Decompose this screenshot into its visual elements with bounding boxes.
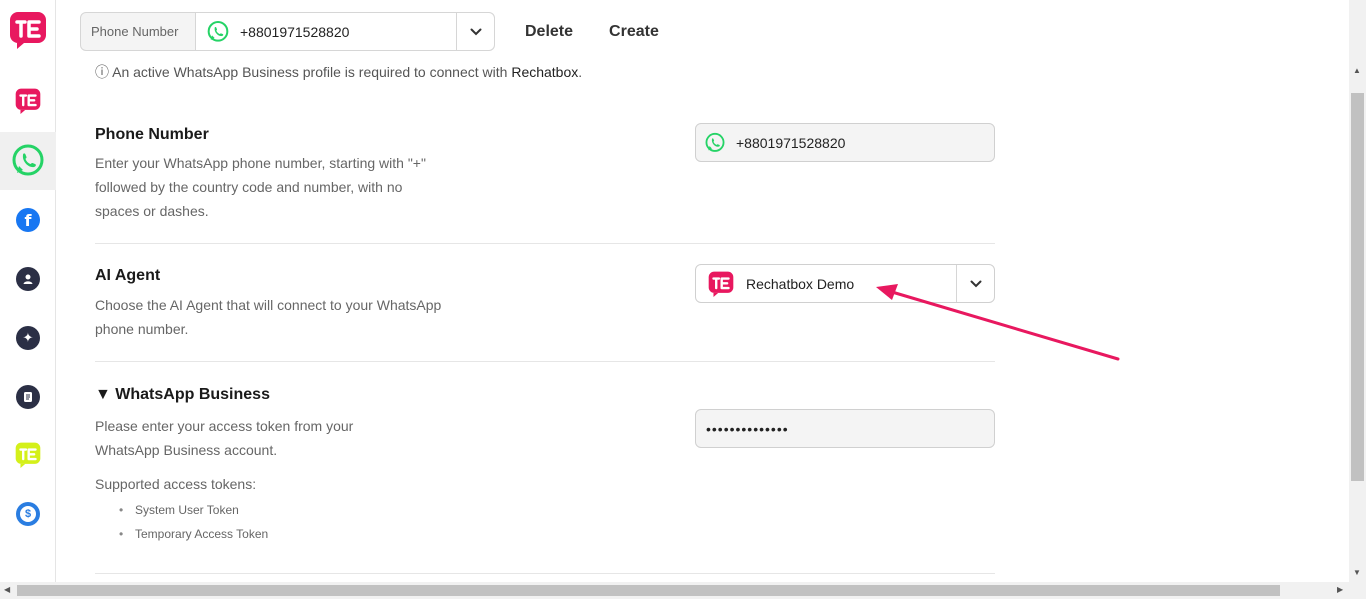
business-desc-line: WhatsApp Business account. xyxy=(95,442,278,458)
scroll-right-icon[interactable]: ▶ xyxy=(1337,585,1343,594)
rechatbox-logo-icon xyxy=(10,12,46,49)
divider xyxy=(95,243,995,244)
sidebar-item-rechatbox[interactable] xyxy=(0,73,56,129)
agent-desc-line: phone number. xyxy=(95,321,189,337)
sparkle-icon: ✦ xyxy=(16,326,40,350)
document-icon xyxy=(16,385,40,409)
info-icon: ⓘ xyxy=(95,64,109,80)
rechatbox-lime-icon xyxy=(15,442,41,468)
sidebar-item-billing[interactable]: $ xyxy=(0,486,56,542)
chevron-down-icon[interactable] xyxy=(956,265,994,302)
access-token-value: •••••••••••••• xyxy=(706,420,789,437)
chevron-down-icon[interactable] xyxy=(456,13,494,50)
dollar-icon: $ xyxy=(16,502,40,526)
phone-number-dropdown[interactable]: +8801971528820 xyxy=(196,13,494,50)
delete-button[interactable]: Delete xyxy=(525,23,573,41)
sidebar-item-whatsapp[interactable] xyxy=(0,132,56,190)
phone-number-selector: Phone Number +8801971528820 xyxy=(80,12,495,51)
info-notice: ⓘ An active WhatsApp Business profile is… xyxy=(95,62,582,82)
notice-brand: Rechatbox xyxy=(511,64,579,80)
phone-number-description: Enter your WhatsApp phone number, starti… xyxy=(95,151,475,223)
notice-end: . xyxy=(578,64,583,80)
phone-number-title: Phone Number xyxy=(95,126,209,143)
ai-agent-title: AI Agent xyxy=(95,267,161,284)
create-button[interactable]: Create xyxy=(609,23,659,41)
business-desc-line: Please enter your access token from your xyxy=(95,418,354,434)
sidebar-item-rechatbox-lime[interactable] xyxy=(0,427,56,483)
phone-desc-line: followed by the country code and number,… xyxy=(95,179,403,195)
whatsapp-icon xyxy=(207,20,229,42)
scroll-down-icon[interactable]: ▼ xyxy=(1353,568,1361,577)
horizontal-scrollbar[interactable]: ◀ ▶ xyxy=(0,582,1366,599)
sidebar-item-documents[interactable] xyxy=(0,369,56,425)
sidebar-item-ai[interactable]: ✦ xyxy=(0,310,56,366)
supported-tokens-list: System User Token Temporary Access Token xyxy=(119,498,268,546)
access-token-input[interactable]: •••••••••••••• xyxy=(695,409,995,448)
rechatbox-icon xyxy=(15,88,41,114)
whatsapp-business-toggle[interactable]: ▼ WhatsApp Business xyxy=(95,386,270,404)
phone-desc-line: spaces or dashes. xyxy=(95,203,209,219)
vertical-scroll-thumb[interactable] xyxy=(1351,93,1364,481)
whatsapp-icon xyxy=(12,144,44,176)
phone-number-input[interactable]: +8801971528820 xyxy=(695,123,995,162)
phone-number-value: +8801971528820 xyxy=(240,23,350,40)
divider xyxy=(95,573,995,574)
scroll-up-icon[interactable]: ▲ xyxy=(1353,66,1361,75)
whatsapp-icon xyxy=(705,132,725,152)
facebook-icon: f xyxy=(16,208,40,232)
scroll-left-icon[interactable]: ◀ xyxy=(4,585,10,594)
horizontal-scroll-thumb[interactable] xyxy=(17,585,1280,596)
sidebar: f ✦ $ xyxy=(0,0,56,599)
supported-tokens-label: Supported access tokens: xyxy=(95,476,257,492)
ai-agent-description: Choose the AI Agent that will connect to… xyxy=(95,293,475,341)
phone-desc-line: Enter your WhatsApp phone number, starti… xyxy=(95,155,426,171)
ai-agent-dropdown[interactable]: Rechatbox Demo xyxy=(695,264,995,303)
notice-text: An active WhatsApp Business profile is r… xyxy=(109,64,512,80)
ai-agent-value: Rechatbox Demo xyxy=(746,275,855,292)
list-item: Temporary Access Token xyxy=(119,522,268,546)
rechatbox-logo-icon xyxy=(708,271,734,297)
list-item: System User Token xyxy=(119,498,268,522)
agent-desc-line: Choose the AI Agent that will connect to… xyxy=(95,297,442,313)
sidebar-item-contacts[interactable] xyxy=(0,251,56,307)
divider xyxy=(95,361,995,362)
whatsapp-business-description: Please enter your access token from your… xyxy=(95,414,475,462)
phone-number-label: Phone Number xyxy=(81,13,196,50)
vertical-scrollbar[interactable]: ▲ ▼ xyxy=(1349,0,1366,582)
phone-number-input-value: +8801971528820 xyxy=(736,134,846,151)
brand-logo[interactable] xyxy=(0,2,56,58)
sidebar-item-facebook[interactable]: f xyxy=(0,192,56,248)
user-icon xyxy=(16,267,40,291)
toolbar: Phone Number +8801971528820 Delete Creat… xyxy=(80,12,659,51)
